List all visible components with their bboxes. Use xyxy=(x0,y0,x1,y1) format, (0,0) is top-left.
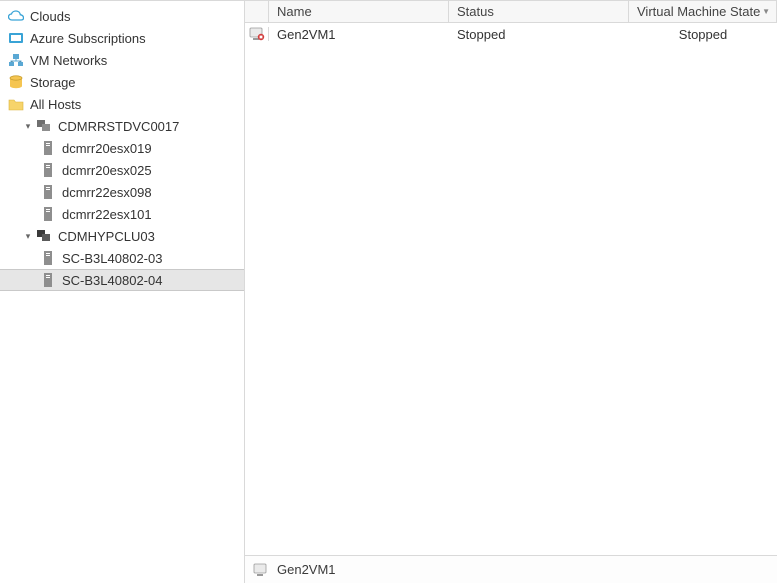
nav-host-0-1[interactable]: dcmrr20esx025 xyxy=(0,159,244,181)
nav-host-1-0[interactable]: SC-B3L40802-03 xyxy=(0,247,244,269)
nav-allhosts[interactable]: All Hosts xyxy=(0,93,244,115)
grid-row[interactable]: Gen2VM1 Stopped Stopped xyxy=(245,23,777,45)
nav-azure[interactable]: Azure Subscriptions xyxy=(0,27,244,49)
nav-host-label: dcmrr20esx025 xyxy=(62,163,152,178)
vm-stopped-icon xyxy=(245,27,269,41)
nav-cluster-1[interactable]: ▾ CDMHYPCLU03 xyxy=(0,225,244,247)
nav-storage-label: Storage xyxy=(30,75,76,90)
host-icon xyxy=(40,184,56,200)
folder-icon xyxy=(8,96,24,112)
nav-azure-label: Azure Subscriptions xyxy=(30,31,146,46)
statusbar-selected: Gen2VM1 xyxy=(277,562,336,577)
nav-allhosts-label: All Hosts xyxy=(30,97,81,112)
host-icon xyxy=(40,206,56,222)
statusbar: Gen2VM1 xyxy=(245,555,777,583)
grid-col-status[interactable]: Status xyxy=(449,1,629,22)
nav-storage[interactable]: Storage xyxy=(0,71,244,93)
host-icon xyxy=(40,250,56,266)
nav-host-label: dcmrr22esx098 xyxy=(62,185,152,200)
grid-col-icon[interactable] xyxy=(245,1,269,22)
cloud-icon xyxy=(8,8,24,24)
grid-col-name[interactable]: Name xyxy=(269,1,449,22)
nav-host-0-0[interactable]: dcmrr20esx019 xyxy=(0,137,244,159)
nav-host-label: dcmrr22esx101 xyxy=(62,207,152,222)
sort-arrow-icon: ▼ xyxy=(762,7,770,16)
navigation-tree[interactable]: Clouds Azure Subscriptions VM Networks S… xyxy=(0,1,245,583)
host-icon xyxy=(40,162,56,178)
nav-host-label: SC-B3L40802-03 xyxy=(62,251,162,266)
nav-clouds[interactable]: Clouds xyxy=(0,5,244,27)
nav-vmnetworks[interactable]: VM Networks xyxy=(0,49,244,71)
grid-body[interactable]: Gen2VM1 Stopped Stopped xyxy=(245,23,777,555)
nav-host-label: dcmrr20esx019 xyxy=(62,141,152,156)
cluster-icon xyxy=(36,118,52,134)
grid-cell-status: Stopped xyxy=(449,27,629,42)
nav-cluster-1-label: CDMHYPCLU03 xyxy=(58,229,155,244)
col-status-label: Status xyxy=(457,4,494,19)
chevron-down-icon[interactable]: ▾ xyxy=(22,120,34,132)
host-icon xyxy=(40,140,56,156)
grid-header: Name Status Virtual Machine State▼ xyxy=(245,1,777,23)
nav-host-0-3[interactable]: dcmrr22esx101 xyxy=(0,203,244,225)
nav-clouds-label: Clouds xyxy=(30,9,70,24)
col-name-label: Name xyxy=(277,4,312,19)
azure-icon xyxy=(8,30,24,46)
vm-icon xyxy=(253,563,269,577)
grid-cell-vmstate: Stopped xyxy=(629,27,777,42)
grid-cell-name: Gen2VM1 xyxy=(269,27,449,42)
nav-cluster-0-label: CDMRRSTDVC0017 xyxy=(58,119,179,134)
storage-icon xyxy=(8,74,24,90)
host-icon xyxy=(40,272,56,288)
nav-host-1-1[interactable]: SC-B3L40802-04 xyxy=(0,269,244,291)
col-vmstate-label: Virtual Machine State xyxy=(637,4,760,19)
main-panel: Name Status Virtual Machine State▼ Gen2V… xyxy=(245,1,777,583)
vmnet-icon xyxy=(8,52,24,68)
nav-host-label: SC-B3L40802-04 xyxy=(62,273,162,288)
nav-vmnet-label: VM Networks xyxy=(30,53,107,68)
nav-host-0-2[interactable]: dcmrr22esx098 xyxy=(0,181,244,203)
nav-cluster-0[interactable]: ▾ CDMRRSTDVC0017 xyxy=(0,115,244,137)
chevron-down-icon[interactable]: ▾ xyxy=(22,230,34,242)
grid-col-vmstate[interactable]: Virtual Machine State▼ xyxy=(629,1,777,22)
cluster-icon xyxy=(36,228,52,244)
